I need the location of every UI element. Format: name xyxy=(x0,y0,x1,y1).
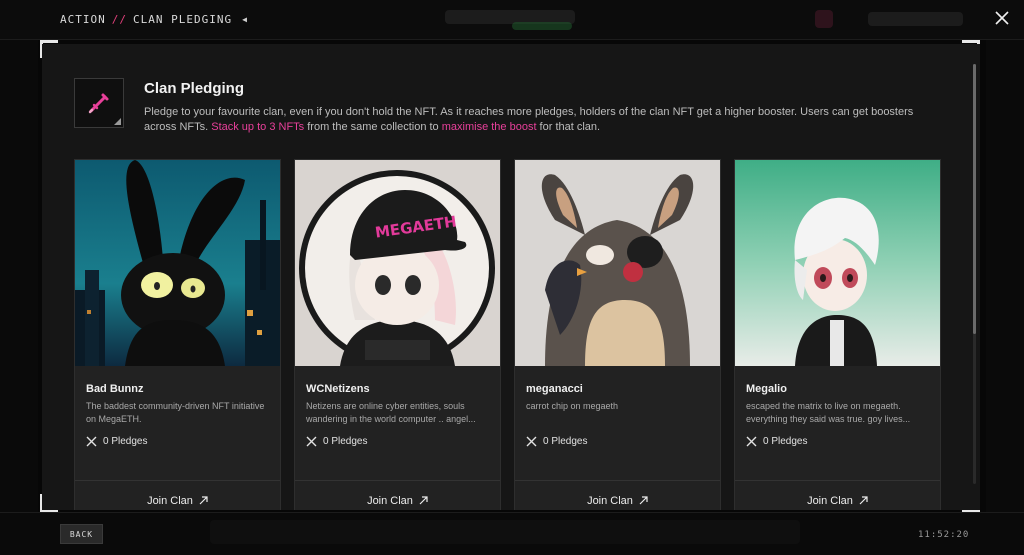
pledge-count-label: 0 Pledges xyxy=(323,436,368,447)
pledge-count-label: 0 Pledges xyxy=(543,436,588,447)
pledge-count: 0 Pledges xyxy=(526,436,587,447)
clan-name: WCNetizens xyxy=(306,383,370,395)
top-bar: ACTION // CLAN PLEDGING ◀ xyxy=(0,0,1024,40)
join-clan-button[interactable]: Join Clan xyxy=(75,480,280,510)
join-clan-label: Join Clan xyxy=(587,494,633,507)
clan-card-wcnetizens: MEGAETH WCNetizens Netizens are online c… xyxy=(294,159,501,510)
pledge-count: 0 Pledges xyxy=(86,436,147,447)
modal-description: Pledge to your favourite clan, even if y… xyxy=(144,105,944,135)
caret-left-icon: ◀ xyxy=(242,15,248,24)
breadcrumb-section[interactable]: ACTION xyxy=(60,13,106,26)
description-highlight-boost: maximise the boost xyxy=(441,121,537,133)
pledge-count-label: 0 Pledges xyxy=(763,436,808,447)
background-right-rail xyxy=(986,40,1024,512)
breadcrumb-separator: // xyxy=(111,13,127,26)
crossed-swords-icon xyxy=(88,93,109,114)
back-button[interactable]: BACK xyxy=(60,524,103,544)
arrow-up-right-icon xyxy=(639,496,648,505)
clan-description: escaped the matrix to live on megaeth. e… xyxy=(746,401,911,424)
clan-card-grid: Bad Bunnz The baddest community-driven N… xyxy=(74,159,942,510)
scrollbar-thumb[interactable] xyxy=(973,64,976,334)
clan-description: carrot chip on megaeth xyxy=(526,401,619,411)
close-button[interactable] xyxy=(992,9,1012,29)
clock: 11:52:20 xyxy=(918,530,970,540)
clan-card-megalio: Megalio escaped the matrix to live on me… xyxy=(734,159,941,510)
join-clan-label: Join Clan xyxy=(367,494,413,507)
arrow-up-right-icon xyxy=(859,496,868,505)
pledge-count: 0 Pledges xyxy=(306,436,367,447)
clan-image-meganacci xyxy=(515,160,720,366)
bottom-bar xyxy=(0,512,1024,555)
clan-image-wcnetizens: MEGAETH xyxy=(295,160,500,366)
clan-image-bad-bunnz xyxy=(75,160,280,366)
join-clan-label: Join Clan xyxy=(807,494,853,507)
clan-description: Netizens are online cyber entities, soul… xyxy=(306,401,476,424)
arrow-up-right-icon xyxy=(199,496,208,505)
tile-corner-notch xyxy=(114,118,121,125)
pledge-count-label: 0 Pledges xyxy=(103,436,148,447)
clan-name: Bad Bunnz xyxy=(86,383,144,395)
breadcrumb-page: CLAN PLEDGING xyxy=(133,13,233,26)
close-icon xyxy=(995,11,1009,25)
clan-pledging-modal: Clan Pledging Pledge to your favourite c… xyxy=(42,44,980,510)
breadcrumb: ACTION // CLAN PLEDGING ◀ xyxy=(60,13,248,26)
clan-card-meganacci: meganacci carrot chip on megaeth 0 Pledg… xyxy=(514,159,721,510)
join-clan-button[interactable]: Join Clan xyxy=(295,480,500,510)
background-left-rail xyxy=(0,40,38,512)
join-clan-button[interactable]: Join Clan xyxy=(735,480,940,510)
clan-card-bad-bunnz: Bad Bunnz The baddest community-driven N… xyxy=(74,159,281,510)
clan-description: The baddest community-driven NFT initiat… xyxy=(86,401,265,424)
clan-image-megalio xyxy=(735,160,940,366)
clan-name: Megalio xyxy=(746,383,787,395)
description-highlight-stack: Stack up to 3 NFTs xyxy=(211,121,305,133)
description-text-3: for that clan. xyxy=(536,121,601,133)
modal-title: Clan Pledging xyxy=(144,80,245,97)
clan-name: meganacci xyxy=(526,383,583,395)
join-clan-label: Join Clan xyxy=(147,494,193,507)
crossed-swords-icon xyxy=(526,436,537,447)
arrow-up-right-icon xyxy=(419,496,428,505)
crossed-swords-icon xyxy=(746,436,757,447)
crossed-swords-icon xyxy=(86,436,97,447)
description-text-2: from the same collection to xyxy=(304,121,442,133)
join-clan-button[interactable]: Join Clan xyxy=(515,480,720,510)
crossed-swords-icon xyxy=(306,436,317,447)
header-icon-tile xyxy=(74,78,124,128)
pledge-count: 0 Pledges xyxy=(746,436,807,447)
